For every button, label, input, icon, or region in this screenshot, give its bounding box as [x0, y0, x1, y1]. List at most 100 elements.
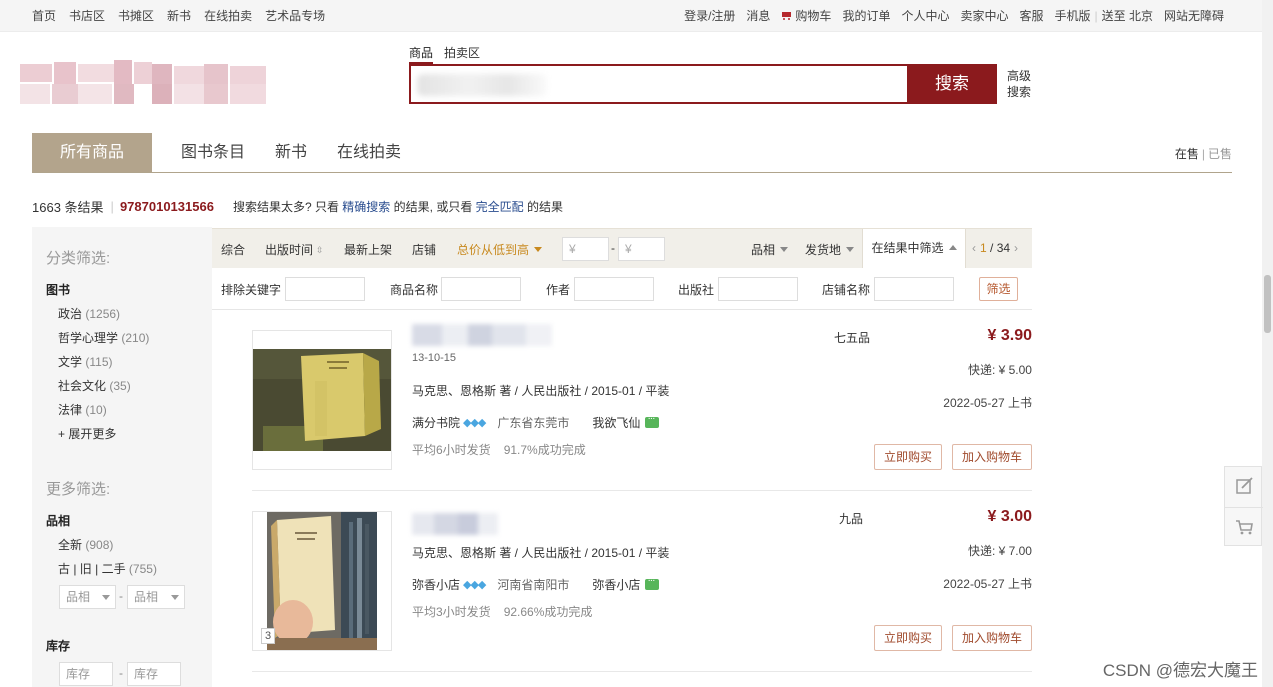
vertical-scrollbar[interactable]	[1262, 0, 1273, 687]
stock-min-input[interactable]: 库存	[59, 662, 113, 686]
buy-now-button[interactable]: 立即购买	[874, 444, 942, 470]
chevron-down-icon	[846, 247, 855, 252]
product-title-blurred[interactable]	[412, 513, 498, 535]
advanced-search-link[interactable]: 高级搜索	[1007, 68, 1037, 100]
author-input[interactable]	[574, 277, 654, 301]
sort-shop[interactable]: 店铺	[412, 241, 436, 258]
scrollbar-thumb[interactable]	[1264, 275, 1271, 333]
category-group-books[interactable]: 图书	[46, 281, 70, 298]
customer-service-link[interactable]: 客服	[1019, 7, 1043, 24]
condition-item[interactable]: 古 | 旧 | 二手 (755)	[58, 560, 157, 577]
nav-bookstores[interactable]: 书店区	[69, 7, 105, 24]
tip-middle: 的结果, 或只看	[393, 200, 473, 214]
exclude-keyword-input[interactable]	[285, 277, 365, 301]
chevron-down-icon	[534, 247, 543, 252]
search-tab-goods[interactable]: 商品	[409, 44, 434, 64]
nav-auction[interactable]: 在线拍卖	[204, 7, 252, 24]
shop-line: 弥香小店 ◆◆◆ 河南省南阳市 弥香小店	[412, 575, 660, 593]
condition-item[interactable]: 全新 (908)	[58, 536, 113, 553]
price-max-input[interactable]: ¥	[618, 237, 665, 261]
nav-art[interactable]: 艺术品专场	[265, 7, 325, 24]
add-to-cart-button[interactable]: 加入购物车	[952, 444, 1032, 470]
category-item[interactable]: 社会文化 (35)	[58, 377, 131, 394]
seller-center-link[interactable]: 卖家中心	[960, 7, 1008, 24]
exact-search-link[interactable]: 精确搜索	[342, 200, 390, 214]
sort-price-asc[interactable]: 总价从低到高	[457, 241, 543, 258]
site-logo[interactable]	[18, 58, 268, 108]
price-range-dash: -	[611, 241, 615, 255]
condition-min-select[interactable]: 品相	[59, 585, 116, 609]
shop-name-link[interactable]: 满分书院	[412, 414, 460, 431]
add-to-cart-button[interactable]: 加入购物车	[952, 625, 1032, 651]
mobile-link[interactable]: 手机版	[1055, 7, 1091, 24]
product-price: ¥ 3.90	[987, 327, 1032, 344]
tab-new-books[interactable]: 新书	[275, 133, 307, 172]
personal-center-link[interactable]: 个人中心	[901, 7, 949, 24]
seller-name-link[interactable]: 我欲飞仙	[592, 414, 640, 431]
shop-name-label: 店铺名称	[822, 283, 871, 297]
nav-home[interactable]: 首页	[32, 7, 56, 24]
divider: |	[110, 199, 114, 214]
mini-pager: ‹ 1 / 34 ›	[968, 241, 1022, 255]
publisher-input[interactable]	[718, 277, 798, 301]
select-value: 品相	[134, 590, 159, 604]
search-button[interactable]: 搜索	[907, 64, 997, 104]
orders-link[interactable]: 我的订单	[842, 7, 890, 24]
category-label: 社会文化	[58, 379, 107, 393]
diamond-rating-icon: ◆◆◆	[463, 579, 486, 591]
category-item[interactable]: 政治 (1256)	[58, 305, 120, 322]
ship-from-dropdown[interactable]: 发货地	[805, 241, 855, 258]
cart-link[interactable]: 购物车	[781, 7, 831, 24]
product-name-input[interactable]	[441, 277, 521, 301]
tab-online-auction[interactable]: 在线拍卖	[337, 133, 401, 172]
category-item[interactable]: 哲学心理学 (210)	[58, 329, 149, 346]
chevron-up-icon	[948, 245, 957, 250]
tip-prefix: 搜索结果太多? 只看	[232, 200, 339, 214]
search-input[interactable]	[409, 64, 908, 104]
accessibility-link[interactable]: 网站无障碍	[1164, 7, 1224, 24]
floating-cart-button[interactable]	[1225, 507, 1263, 547]
sold-link[interactable]: 已售	[1208, 147, 1232, 161]
messages-link[interactable]: 消息	[746, 7, 770, 24]
tab-book-entries[interactable]: 图书条目	[181, 133, 245, 172]
prev-page-icon[interactable]: ‹	[972, 241, 976, 255]
shop-location: 河南省南阳市	[497, 578, 570, 592]
nav-new-books[interactable]: 新书	[167, 7, 191, 24]
on-sale-link[interactable]: 在售	[1175, 147, 1199, 161]
nav-bookstalls[interactable]: 书摊区	[118, 7, 154, 24]
product-name-label: 商品名称	[390, 283, 439, 297]
keyword-filter-row: 排除关键字 商品名称 作者 出版社 店铺名称 筛选	[212, 268, 1032, 310]
filter-button[interactable]: 筛选	[979, 277, 1018, 301]
chevron-down-icon	[171, 595, 179, 600]
sort-pub-time[interactable]: 出版时间 ⇳	[265, 241, 324, 258]
seller-name-link[interactable]: 弥香小店	[592, 576, 640, 593]
feedback-button[interactable]	[1225, 467, 1263, 507]
price-min-input[interactable]: ¥	[562, 237, 609, 261]
category-item[interactable]: 法律 (10)	[58, 401, 107, 418]
search-tab-auction[interactable]: 拍卖区	[444, 44, 480, 64]
category-item[interactable]: 文学 (115)	[58, 353, 112, 370]
condition-max-select[interactable]: 品相	[127, 585, 185, 609]
buy-now-button[interactable]: 立即购买	[874, 625, 942, 651]
filter-in-results-toggle[interactable]: 在结果中筛选	[862, 229, 966, 269]
listed-date: 2022-05-27 上书	[943, 577, 1032, 591]
stock-max-input[interactable]: 库存	[127, 662, 181, 686]
list-item: 13-10-15 马克思、恩格斯 著 / 人民出版社 / 2015-01 / 平…	[252, 324, 1032, 480]
product-image[interactable]: 3	[252, 511, 392, 651]
search-tabs: 商品 拍卖区	[409, 44, 480, 64]
product-image[interactable]	[252, 330, 392, 470]
next-page-icon[interactable]: ›	[1014, 241, 1018, 255]
sort-comprehensive[interactable]: 综合	[221, 241, 245, 258]
expand-more-link[interactable]: + 展开更多	[58, 425, 116, 442]
login-link[interactable]: 登录/注册	[684, 7, 735, 24]
tab-all-goods[interactable]: 所有商品	[32, 133, 152, 172]
product-title-blurred[interactable]	[412, 324, 552, 346]
deliver-to-link[interactable]: 送至 北京	[1102, 7, 1153, 24]
full-match-link[interactable]: 完全匹配	[476, 200, 524, 214]
chat-icon[interactable]	[645, 413, 660, 428]
shop-name-link[interactable]: 弥香小店	[412, 576, 460, 593]
chat-icon[interactable]	[645, 575, 660, 590]
sort-newest[interactable]: 最新上架	[344, 241, 392, 258]
condition-dropdown[interactable]: 品相	[751, 241, 789, 258]
shop-name-input[interactable]	[874, 277, 954, 301]
